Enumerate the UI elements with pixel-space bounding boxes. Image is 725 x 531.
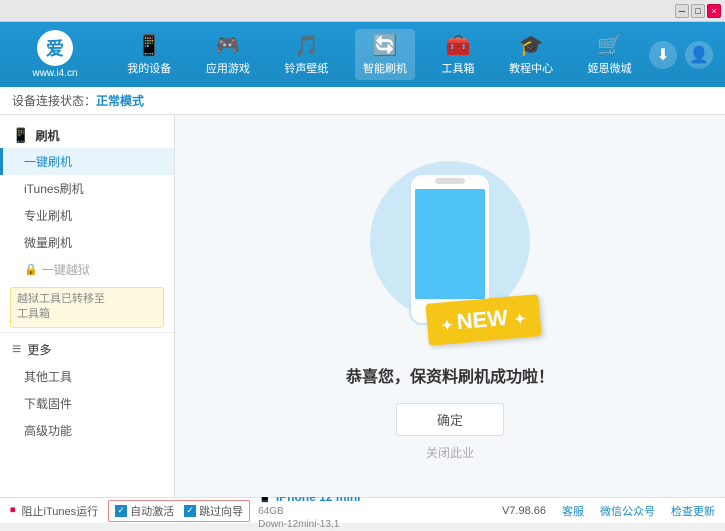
- service-link[interactable]: 客服: [562, 503, 584, 519]
- sidebar-more-section: ≡ 更多: [0, 337, 174, 363]
- sidebar-notice: 越狱工具已转移至工具箱: [10, 287, 164, 328]
- maximize-button[interactable]: □: [691, 4, 705, 18]
- sidebar-item-pro-flash[interactable]: 专业刷机: [0, 202, 174, 229]
- skip-wizard-checkbox[interactable]: ✓ 跳过向导: [184, 503, 243, 519]
- top-nav: 爱 www.i4.cn 📱 我的设备 🎮 应用游戏 🎵 铃声壁纸 🔄 智能刷机 …: [0, 22, 725, 87]
- nav-apps-games[interactable]: 🎮 应用游戏: [198, 29, 258, 80]
- nav-my-device-label: 我的设备: [127, 60, 171, 76]
- sidebar-more-label: 更多: [27, 341, 51, 358]
- sidebar-flash-section: 📱 刷机: [0, 123, 174, 148]
- sidebar-item-advanced[interactable]: 高级功能: [0, 417, 174, 444]
- status-value: 正常模式: [96, 92, 144, 109]
- nav-toolbox-label: 工具箱: [442, 60, 475, 76]
- sidebar-item-download-fw[interactable]: 下载固件: [0, 390, 174, 417]
- nav-tutorial-label: 教程中心: [509, 60, 553, 76]
- confirm-button[interactable]: 确定: [396, 403, 504, 436]
- nav-store[interactable]: 🛒 姬恩微城: [580, 29, 640, 80]
- more-icon: ≡: [12, 341, 21, 359]
- download-button[interactable]: ⬇: [649, 41, 677, 69]
- user-button[interactable]: 👤: [685, 41, 713, 69]
- nav-wallpaper-label: 铃声壁纸: [284, 60, 328, 76]
- nav-tutorial[interactable]: 🎓 教程中心: [501, 29, 561, 80]
- success-text: 恭喜您，保资料刷机成功啦！: [346, 363, 554, 387]
- sidebar-item-one-key[interactable]: 一键刷机: [0, 148, 174, 175]
- skip-wizard-label: 跳过向导: [199, 503, 243, 519]
- status-bar: 设备连接状态： 正常模式: [0, 87, 725, 115]
- logo-text: www.i4.cn: [32, 68, 77, 79]
- smart-flash-icon: 🔄: [373, 33, 398, 58]
- phone-illustration: NEW: [360, 151, 540, 351]
- sidebar-item-data-flash[interactable]: 微量刷机: [0, 229, 174, 256]
- nav-apps-label: 应用游戏: [206, 60, 250, 76]
- bottom-right: V7.98.66 客服 微信公众号 检查更新: [502, 503, 715, 519]
- wechat-link[interactable]: 微信公众号: [600, 503, 655, 519]
- bottom-bar: ⏹ 阻止iTunes运行 ✓ 自动激活 ✓ 跳过向导 📱 iPhone 12 m…: [0, 497, 725, 523]
- logo-icon: 爱: [37, 30, 73, 66]
- nav-toolbox[interactable]: 🧰 工具箱: [434, 29, 483, 80]
- sidebar-item-itunes[interactable]: iTunes刷机: [0, 175, 174, 202]
- skip-wizard-check-icon: ✓: [184, 505, 196, 517]
- new-badge: NEW: [426, 294, 542, 346]
- device-capacity: 64GB: [258, 505, 360, 518]
- main-area: 📱 刷机 一键刷机 iTunes刷机 专业刷机 微量刷机 🔒 一键越狱 越狱工具…: [0, 115, 725, 497]
- title-bar: ─ □ ×: [0, 0, 725, 22]
- lock-icon: 🔒: [24, 263, 38, 276]
- sidebar-divider: [0, 332, 174, 333]
- my-device-icon: 📱: [137, 33, 162, 58]
- toolbox-icon: 🧰: [446, 33, 471, 58]
- stop-itunes-label: 阻止iTunes运行: [22, 503, 99, 519]
- sidebar: 📱 刷机 一键刷机 iTunes刷机 专业刷机 微量刷机 🔒 一键越狱 越狱工具…: [0, 115, 175, 497]
- nav-right: ⬇ 👤: [649, 41, 725, 69]
- stop-itunes-icon: ⏹: [10, 504, 16, 517]
- success-container: NEW 恭喜您，保资料刷机成功啦！ 确定 关闭此业: [346, 151, 554, 461]
- check-update-link[interactable]: 检查更新: [671, 503, 715, 519]
- checkbox-group: ✓ 自动激活 ✓ 跳过向导: [108, 500, 250, 522]
- nav-my-device[interactable]: 📱 我的设备: [119, 29, 179, 80]
- minimize-button[interactable]: ─: [675, 4, 689, 18]
- nav-smart-flash[interactable]: 🔄 智能刷机: [355, 29, 415, 80]
- nav-items: 📱 我的设备 🎮 应用游戏 🎵 铃声壁纸 🔄 智能刷机 🧰 工具箱 🎓 教程中心…: [110, 29, 649, 80]
- version-label: V7.98.66: [502, 505, 546, 517]
- wallpaper-icon: 🎵: [294, 33, 319, 58]
- main-content: NEW 恭喜您，保资料刷机成功啦！ 确定 关闭此业: [175, 115, 725, 497]
- sidebar-item-other-tools[interactable]: 其他工具: [0, 363, 174, 390]
- nav-store-label: 姬恩微城: [588, 60, 632, 76]
- flash-section-icon: 📱: [12, 127, 29, 144]
- apps-icon: 🎮: [215, 33, 240, 58]
- auto-connect-check-icon: ✓: [115, 505, 127, 517]
- sidebar-item-jailbreak: 🔒 一键越狱: [0, 256, 174, 283]
- logo-area: 爱 www.i4.cn: [0, 30, 110, 79]
- close-button[interactable]: ×: [707, 4, 721, 18]
- device-model: Down-12mini-13,1: [258, 518, 360, 531]
- sidebar-flash-label: 刷机: [35, 127, 59, 144]
- auto-connect-label: 自动激活: [130, 503, 174, 519]
- nav-smart-flash-label: 智能刷机: [363, 60, 407, 76]
- status-prefix: 设备连接状态：: [12, 92, 96, 109]
- store-icon: 🛒: [597, 33, 622, 58]
- close-link[interactable]: 关闭此业: [426, 444, 474, 461]
- tutorial-icon: 🎓: [519, 33, 544, 58]
- auto-connect-checkbox[interactable]: ✓ 自动激活: [115, 503, 174, 519]
- nav-wallpaper[interactable]: 🎵 铃声壁纸: [276, 29, 336, 80]
